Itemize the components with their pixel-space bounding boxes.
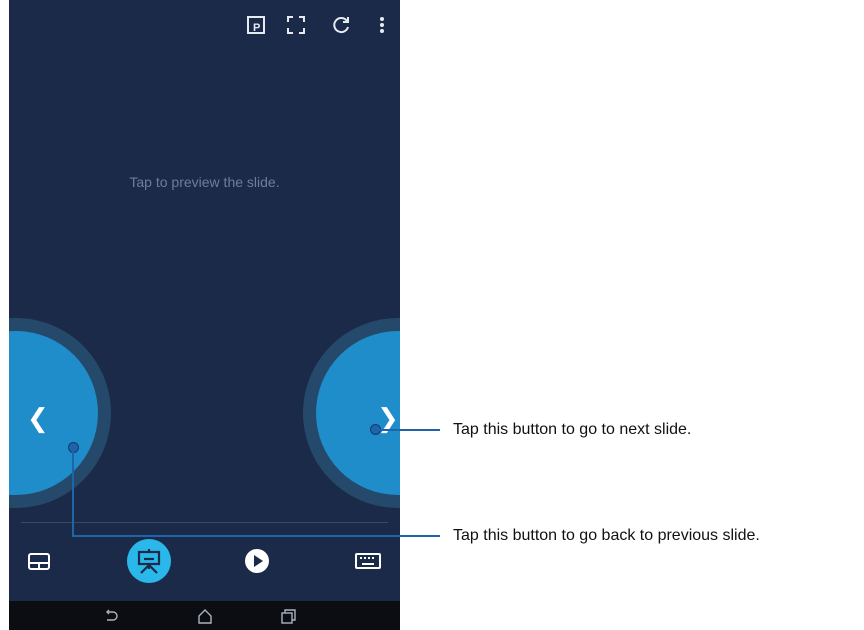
toolbar-divider: [21, 522, 388, 523]
presentation-icon[interactable]: [127, 539, 171, 583]
next-callout-line: [375, 429, 440, 431]
next-slide-button[interactable]: ❯: [303, 318, 400, 508]
touchpad-icon[interactable]: [24, 546, 54, 576]
more-vert-icon[interactable]: [371, 14, 393, 36]
back-icon[interactable]: [101, 606, 121, 626]
keyboard-icon[interactable]: [353, 546, 383, 576]
bottom-toolbar: [9, 530, 400, 606]
previous-slide-button[interactable]: ❮: [9, 318, 111, 508]
presenter-notes-icon[interactable]: P: [245, 14, 267, 36]
play-icon[interactable]: [242, 546, 272, 576]
recents-icon[interactable]: [278, 606, 298, 626]
preview-hint[interactable]: Tap to preview the slide.: [9, 174, 400, 190]
fullscreen-icon[interactable]: [285, 14, 307, 36]
previous-slide-button-face[interactable]: ❮: [9, 331, 98, 495]
refresh-icon[interactable]: [330, 14, 352, 36]
chevron-left-icon: ❮: [27, 404, 49, 434]
top-toolbar: P: [9, 0, 400, 52]
next-slide-button-face[interactable]: ❯: [316, 331, 400, 495]
previous-slide-callout: Tap this button to go back to previous s…: [453, 527, 760, 544]
prev-callout-line-horizontal: [72, 535, 440, 537]
home-icon[interactable]: [195, 606, 215, 626]
next-slide-callout: Tap this button to go to next slide.: [453, 421, 692, 438]
system-navigation-bar: [9, 601, 400, 630]
prev-callout-line-vertical: [72, 447, 74, 537]
svg-text:P: P: [253, 22, 260, 34]
